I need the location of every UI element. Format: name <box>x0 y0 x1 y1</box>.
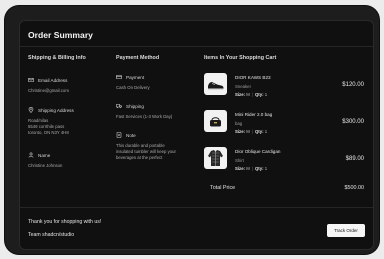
header-divider <box>20 46 373 47</box>
email-label: Email Address <box>38 77 68 83</box>
footer-divider <box>20 207 373 208</box>
qty-value: 1 <box>264 92 268 97</box>
address-line-3: toronto, ON N3Y 4H8 <box>28 130 69 135</box>
payment-label: Payment <box>126 74 145 80</box>
payment-label-row: Payment <box>116 74 144 80</box>
shipping-method-label: Shipping <box>126 103 144 109</box>
shipping-heading: Shipping & Billing Info <box>28 55 86 61</box>
truck-icon <box>116 103 122 109</box>
email-label-row: Email Address <box>28 77 67 83</box>
product-category: bag <box>235 121 243 126</box>
bag-icon <box>204 110 227 132</box>
total-label: Total Price <box>210 185 236 191</box>
track-order-button[interactable]: Track Order <box>327 224 365 237</box>
product-category: Shirt <box>235 158 244 163</box>
team-signature: Team shadcn/studio <box>28 232 75 238</box>
product-price: $300.00 <box>342 119 364 125</box>
payment-heading: Payment Method <box>116 55 160 61</box>
qty-value: 1 <box>264 129 268 134</box>
product-price: $89.00 <box>345 156 364 162</box>
user-icon <box>28 152 34 158</box>
qty-label: Qty: <box>254 92 264 97</box>
product-image-bag <box>204 110 227 132</box>
sneaker-icon <box>204 73 227 95</box>
product-meta: Size: M | Qty: 1 <box>235 129 268 134</box>
address-label: Shipping Address <box>38 107 74 113</box>
cart-heading: Items In Your Shopping Cart <box>204 55 277 61</box>
size-label: Size: <box>235 129 246 134</box>
note-label-row: Note <box>116 132 136 138</box>
note-line-3: beverages at the perfect <box>116 155 163 160</box>
note-label: Note <box>126 132 136 138</box>
email-value: Christine@gmail.com <box>28 88 69 93</box>
size-label: Size: <box>235 166 246 171</box>
mail-icon <box>28 77 34 83</box>
shipping-method-value: Fast Services (1-3 Work Day) <box>116 114 173 119</box>
cardigan-icon <box>204 147 227 169</box>
product-category: Sneaker <box>235 84 252 89</box>
thanks-message: Thank you for shopping with us! <box>28 219 102 225</box>
name-label-row: Name <box>28 152 50 158</box>
shipping-method-label-row: Shipping <box>116 103 144 109</box>
product-name: Mini Rider 2.0 bag <box>235 112 273 117</box>
qty-label: Qty: <box>254 129 264 134</box>
credit-card-icon <box>116 74 122 80</box>
product-price: $120.00 <box>342 82 364 88</box>
note-icon <box>116 132 122 138</box>
size-value: M <box>246 166 250 171</box>
address-label-row: Shipping Address <box>28 107 74 113</box>
product-name: DIOR KAWS B23 <box>235 75 271 80</box>
size-value: M <box>246 129 250 134</box>
name-value: Christine Johnson <box>28 163 63 168</box>
product-image-cardigan <box>204 147 227 169</box>
name-label: Name <box>38 152 51 158</box>
qty-label: Qty: <box>254 166 264 171</box>
product-name: Dior Oblique Cardigan <box>235 149 281 154</box>
map-pin-icon <box>28 107 34 113</box>
size-value: M <box>246 92 250 97</box>
device-frame: Order Summary Shipping & Billing Info Em… <box>5 6 379 254</box>
total-value: $500.00 <box>344 185 365 191</box>
size-label: Size: <box>235 92 246 97</box>
product-meta: Size: M | Qty: 1 <box>235 92 268 97</box>
qty-value: 1 <box>264 166 268 171</box>
product-image-sneaker <box>204 73 227 95</box>
payment-value: Cash On Delivery <box>116 85 150 90</box>
page-title: Order Summary <box>28 30 93 40</box>
order-summary-card: Order Summary Shipping & Billing Info Em… <box>19 20 374 250</box>
product-meta: Size: M | Qty: 1 <box>235 166 268 171</box>
